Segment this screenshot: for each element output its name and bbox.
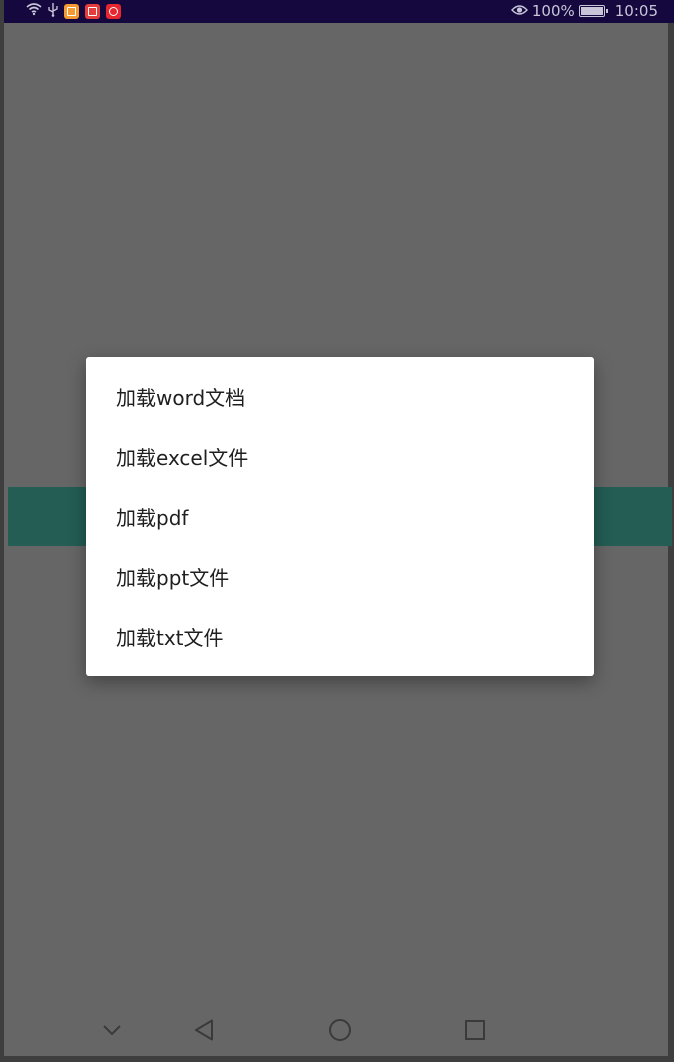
wifi-icon [26, 2, 42, 20]
menu-item-load-word[interactable]: 加载word文档 [86, 366, 594, 426]
navigation-bar [8, 1002, 672, 1056]
menu-item-label: 加载ppt文件 [116, 565, 230, 590]
status-bar: 100% 10:05 [4, 0, 674, 23]
menu-item-label: 加载word文档 [116, 385, 246, 410]
eye-icon [510, 2, 528, 20]
menu-item-load-txt[interactable]: 加载txt文件 [86, 606, 594, 666]
chevron-down-icon[interactable] [98, 1016, 126, 1044]
back-icon[interactable] [190, 1016, 218, 1044]
status-icons-right: 100% 10:05 [510, 0, 658, 22]
battery-level-fill [580, 7, 603, 15]
menu-item-label: 加载txt文件 [116, 625, 224, 650]
battery-icon [578, 5, 608, 17]
menu-item-label: 加载pdf [116, 505, 189, 530]
menu-item-load-pdf[interactable]: 加载pdf [86, 486, 594, 546]
home-icon[interactable] [326, 1016, 354, 1044]
usb-icon [48, 2, 58, 21]
app-notification-icon [106, 3, 121, 19]
menu-item-label: 加载excel文件 [116, 445, 249, 470]
device-screen: 100% 10:05 加载word文档 加载excel文件 加载pdf 加载pp… [0, 0, 674, 1062]
status-icons-left [26, 2, 121, 20]
menu-item-load-excel[interactable]: 加载excel文件 [86, 426, 594, 486]
app-notification-icon [85, 3, 100, 19]
recents-icon[interactable] [461, 1016, 489, 1044]
menu-item-load-ppt[interactable]: 加载ppt文件 [86, 546, 594, 606]
app-notification-icon [64, 3, 79, 19]
file-type-dialog: 加载word文档 加载excel文件 加载pdf 加载ppt文件 加载txt文件 [86, 357, 594, 676]
battery-percent: 100% [531, 2, 575, 20]
status-time: 10:05 [614, 2, 658, 20]
